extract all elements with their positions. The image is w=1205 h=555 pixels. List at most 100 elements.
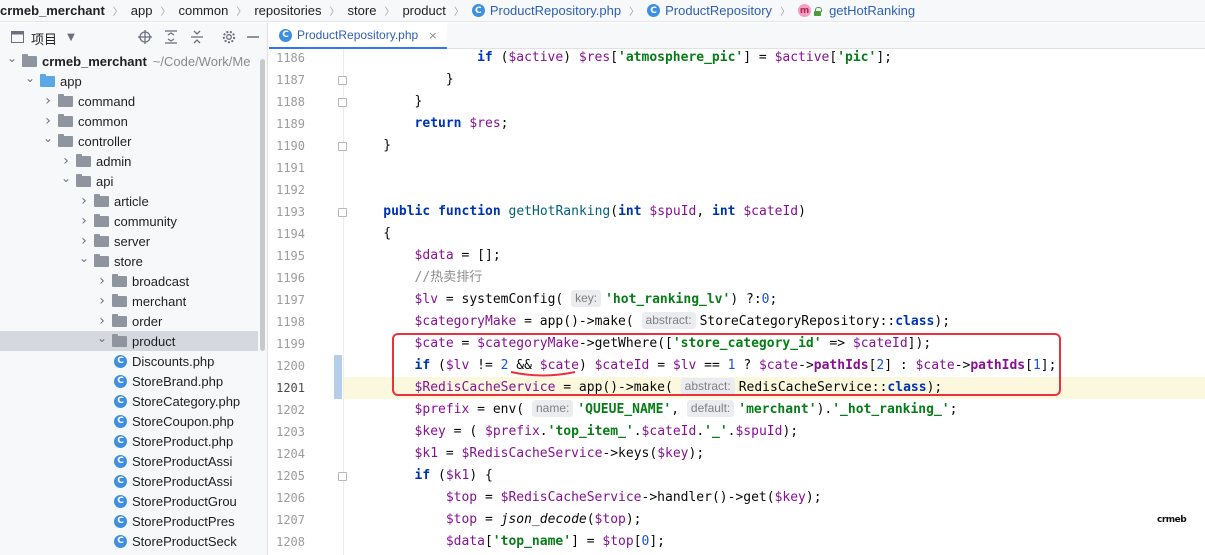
code-line[interactable]: if ($k1) { xyxy=(415,465,493,487)
chevron-right-icon[interactable]: › xyxy=(60,153,72,169)
tree-item-storeproduct-php[interactable]: C StoreProduct.php xyxy=(0,431,258,451)
breadcrumb-item-dir[interactable]: repositories xyxy=(252,0,323,21)
expand-all-icon[interactable] xyxy=(164,30,178,44)
editor-tabbar: C ProductRepository.php × xyxy=(269,23,1205,49)
tab-product-repository[interactable]: C ProductRepository.php × xyxy=(269,23,448,49)
code-token: ); xyxy=(934,314,951,329)
tree-item-broadcast[interactable]: › broadcast xyxy=(0,271,258,291)
code-token: if xyxy=(414,468,431,483)
code-line[interactable]: public function getHotRanking(int $spuId… xyxy=(383,201,806,223)
code-line[interactable]: { xyxy=(383,223,391,245)
code-line[interactable]: if ($active) $res['atmosphere_pic'] = $a… xyxy=(477,47,892,69)
fold-marker-icon[interactable] xyxy=(338,142,347,151)
tree-item-order[interactable]: › order xyxy=(0,311,258,331)
chevron-down-icon[interactable]: ⌄ xyxy=(78,251,90,265)
tree-item-article[interactable]: › article xyxy=(0,191,258,211)
chevron-down-icon[interactable]: ⌄ xyxy=(24,71,36,85)
code-line[interactable]: $prefix = env( name: 'QUEUE_NAME', defaul… xyxy=(415,399,957,421)
change-marker xyxy=(334,355,342,399)
tree-item-app[interactable]: ⌄ app xyxy=(0,71,258,91)
folder-icon xyxy=(112,273,127,287)
chevron-right-icon[interactable]: › xyxy=(96,313,108,329)
chevron-right-icon[interactable]: › xyxy=(42,93,54,109)
code-line[interactable]: $top = json_decode($top); xyxy=(446,509,642,531)
breadcrumb-label: product xyxy=(402,3,446,18)
tree-item-storeproductassi[interactable]: C StoreProductAssi xyxy=(0,451,258,471)
collapse-all-icon[interactable] xyxy=(190,30,204,44)
tree-item-storebrand-php[interactable]: C StoreBrand.php xyxy=(0,371,258,391)
chevron-down-icon[interactable]: ⌄ xyxy=(6,51,18,65)
tree-item-storeproductgrou[interactable]: C StoreProductGrou xyxy=(0,491,258,511)
tree-item-store[interactable]: ⌄ store xyxy=(0,251,258,271)
chevron-down-icon[interactable]: ▼ xyxy=(64,30,78,44)
tree-item-controller[interactable]: ⌄ controller xyxy=(0,131,258,151)
code-line[interactable]: //热卖排行 xyxy=(415,267,483,289)
tree-item-label: app xyxy=(60,73,82,89)
code-line[interactable]: } xyxy=(415,91,423,113)
breadcrumb-item-dir[interactable]: product xyxy=(400,0,447,21)
fold-marker-icon[interactable] xyxy=(338,98,347,107)
code-line[interactable]: } xyxy=(383,135,391,157)
project-view-icon[interactable] xyxy=(10,30,24,44)
breadcrumb-item-file[interactable]: C ProductRepository.php xyxy=(470,0,623,21)
code-line[interactable]: $key = ( $prefix.'top_item_'.$cateId.'_'… xyxy=(415,421,799,443)
chevron-right-icon[interactable]: › xyxy=(96,293,108,309)
breadcrumb-item-dir[interactable]: app xyxy=(129,0,155,21)
code-line[interactable]: $lv = systemConfig( key:'hot_ranking_lv'… xyxy=(415,289,777,311)
fold-marker-icon[interactable] xyxy=(338,76,347,85)
tree-item-storecategory-php[interactable]: C StoreCategory.php xyxy=(0,391,258,411)
breadcrumb-item-class[interactable]: C ProductRepository xyxy=(645,0,774,21)
code-line[interactable]: $data['top_name'] = $top[0]; xyxy=(446,531,665,553)
tree-item-community[interactable]: › community xyxy=(0,211,258,231)
tree-item-product[interactable]: ⌄ product xyxy=(0,331,258,351)
breadcrumb-item-dir[interactable]: common xyxy=(176,0,230,21)
code-line[interactable]: return $res; xyxy=(415,113,509,135)
tree-item-api[interactable]: ⌄ api xyxy=(0,171,258,191)
close-icon[interactable]: × xyxy=(428,29,437,42)
breadcrumb-item-dir[interactable]: store xyxy=(346,0,379,21)
chevron-right-icon[interactable]: › xyxy=(96,273,108,289)
code-line[interactable]: } xyxy=(446,69,454,91)
line-number: 1205 xyxy=(276,469,305,483)
breadcrumb-item-project[interactable]: crmeb_merchant xyxy=(0,0,107,21)
line-number: 1201 xyxy=(276,381,305,395)
chevron-right-icon[interactable]: › xyxy=(78,193,90,209)
tree-item-discounts-php[interactable]: C Discounts.php xyxy=(0,351,258,371)
code-token: ->keys( xyxy=(602,446,658,461)
code-line[interactable]: $top = $RedisCacheService->handler()->ge… xyxy=(446,487,822,509)
fold-marker-icon[interactable] xyxy=(338,208,347,217)
hide-icon[interactable] xyxy=(246,30,260,44)
chevron-down-icon[interactable]: ⌄ xyxy=(60,171,72,185)
tree-item-admin[interactable]: › admin xyxy=(0,151,258,171)
project-panel-title[interactable]: 项目 xyxy=(31,29,57,48)
chevron-down-icon[interactable]: ⌄ xyxy=(42,131,54,145)
tree-item-label: api xyxy=(96,173,114,189)
code-line[interactable]: $k1 = $RedisCacheService->keys($key); xyxy=(415,443,705,465)
chevron-right-icon[interactable]: › xyxy=(42,113,54,129)
line-number: 1190 xyxy=(276,139,305,153)
tree-item-storeproductpres[interactable]: C StoreProductPres xyxy=(0,511,258,531)
chevron-right-icon[interactable]: › xyxy=(78,213,90,229)
tree-item-command[interactable]: › command xyxy=(0,91,258,111)
tree-item-common[interactable]: › common xyxy=(0,111,258,131)
tree-item-crmeb-merchant[interactable]: ⌄ crmeb_merchant ~/Code/Work/Me xyxy=(0,51,258,71)
code-line[interactable]: $categoryMake = app()->make( abstract: St… xyxy=(415,311,950,333)
breadcrumb-separator: 〉 xyxy=(629,7,640,18)
code-line[interactable]: $data = []; xyxy=(415,245,501,267)
code-token: $key xyxy=(657,446,689,461)
tree-item-server[interactable]: › server xyxy=(0,231,258,251)
chevron-right-icon[interactable]: › xyxy=(78,233,90,249)
tree-item-merchant[interactable]: › merchant xyxy=(0,291,258,311)
tree-item-storecoupon-php[interactable]: C StoreCoupon.php xyxy=(0,411,258,431)
settings-icon[interactable] xyxy=(222,30,236,44)
code-token: [ xyxy=(829,50,838,65)
chevron-down-icon[interactable]: ⌄ xyxy=(96,331,108,345)
project-tree-scrollbar[interactable] xyxy=(258,51,267,555)
tree-item-storeproductseck[interactable]: C StoreProductSeck xyxy=(0,531,258,551)
tree-item-storeproductassi[interactable]: C StoreProductAssi xyxy=(0,471,258,491)
php-class-icon: C xyxy=(114,534,127,548)
locate-icon[interactable] xyxy=(138,30,152,44)
fold-marker-icon[interactable] xyxy=(338,472,347,481)
breadcrumb-item-method[interactable]: m getHotRanking xyxy=(796,0,917,21)
